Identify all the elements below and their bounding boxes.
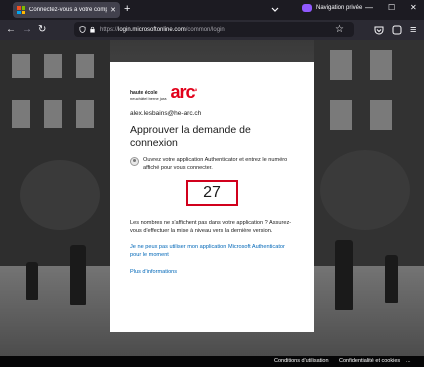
instruction-block: Ouvrez votre application Authenticator e… (130, 157, 294, 172)
shield-icon[interactable] (79, 26, 86, 33)
building-window (44, 54, 62, 78)
microsoft-logo-icon (17, 6, 25, 14)
building-window (330, 50, 352, 80)
url-text[interactable]: https://login.microsoftonline.com/common… (100, 27, 225, 33)
logo-small-line2: neuchâtel berne jura (130, 96, 167, 101)
url-scheme: https:// (100, 26, 119, 33)
tab-title: Connectez-vous à votre compte (29, 7, 108, 13)
background-tree (20, 160, 100, 230)
building-window (370, 100, 392, 130)
building-window (12, 54, 30, 78)
authenticator-user-icon (130, 157, 139, 166)
cant-use-app-link[interactable]: Je ne peux pas utiliser mon application … (130, 244, 294, 259)
browser-tab[interactable]: Connectez-vous à votre compte ✕ (13, 2, 120, 18)
page-title: Approuver la demande de connexion (130, 124, 251, 149)
bookmark-star-icon[interactable]: ☆ (335, 23, 344, 37)
tab-strip: Connectez-vous à votre compte ✕ + Naviga… (0, 0, 424, 20)
back-button[interactable]: ← (6, 23, 16, 37)
background-pedestrian (385, 255, 398, 303)
background-pedestrian (335, 240, 353, 310)
background-tree (320, 150, 410, 230)
logo-degree: ° (194, 89, 198, 96)
lock-icon[interactable] (89, 26, 96, 33)
address-bar[interactable]: https://login.microsoftonline.com/common… (74, 22, 354, 37)
logo-subtitle: haute école neuchâtel berne jura (130, 90, 167, 102)
footer-more-button[interactable]: ... (406, 358, 411, 364)
tab-close-icon[interactable]: ✕ (110, 6, 116, 14)
reload-button[interactable]: ↻ (38, 23, 46, 37)
background-pedestrian (70, 245, 86, 305)
logo-text: arc (170, 82, 195, 102)
url-path: /common/login (185, 26, 225, 33)
url-host: login.microsoftonline.com (118, 26, 186, 33)
building-window (44, 100, 62, 128)
building-window (76, 100, 94, 128)
private-browsing-label: Navigation privée (316, 5, 363, 11)
account-email: alex.lesbains@he-arc.ch (130, 110, 202, 117)
sign-in-card: haute école neuchâtel berne jura arc° ale… (110, 62, 314, 332)
pocket-icon[interactable] (374, 25, 384, 35)
more-info-link[interactable]: Plus d'informations (130, 269, 294, 275)
verification-number: 27 (186, 180, 238, 206)
forward-button[interactable]: → (22, 23, 32, 37)
logo-wordmark: arc° (170, 82, 198, 102)
page-footer: Conditions d'utilisation Confidentialité… (0, 356, 424, 367)
page-background: haute école neuchâtel berne jura arc° ale… (0, 40, 424, 356)
app-menu-icon[interactable]: ≡ (410, 23, 416, 37)
he-arc-logo: haute école neuchâtel berne jura arc° (130, 82, 294, 102)
maximize-button[interactable]: ☐ (388, 3, 395, 13)
instruction-text: Ouvrez votre application Authenticator e… (143, 157, 288, 171)
private-mask-icon (302, 4, 312, 12)
close-window-button[interactable]: ✕ (410, 3, 417, 13)
navigation-bar: ← → ↻ https://login.microsoftonline.com/… (0, 20, 424, 40)
list-all-tabs-icon[interactable] (270, 4, 280, 14)
terms-of-use-link[interactable]: Conditions d'utilisation (274, 358, 329, 364)
help-text: Les nombres ne s'affichent pas dans votr… (130, 220, 292, 234)
building-window (76, 54, 94, 78)
building-window (330, 100, 352, 130)
building-window (12, 100, 30, 128)
background-pedestrian (26, 262, 38, 300)
building-window (370, 50, 392, 80)
private-browsing-indicator: Navigation privée (302, 4, 362, 12)
new-tab-button[interactable]: + (124, 3, 130, 16)
privacy-cookies-link[interactable]: Confidentialité et cookies (339, 358, 400, 364)
minimize-button[interactable]: — (365, 3, 373, 13)
extensions-icon[interactable] (392, 25, 402, 35)
